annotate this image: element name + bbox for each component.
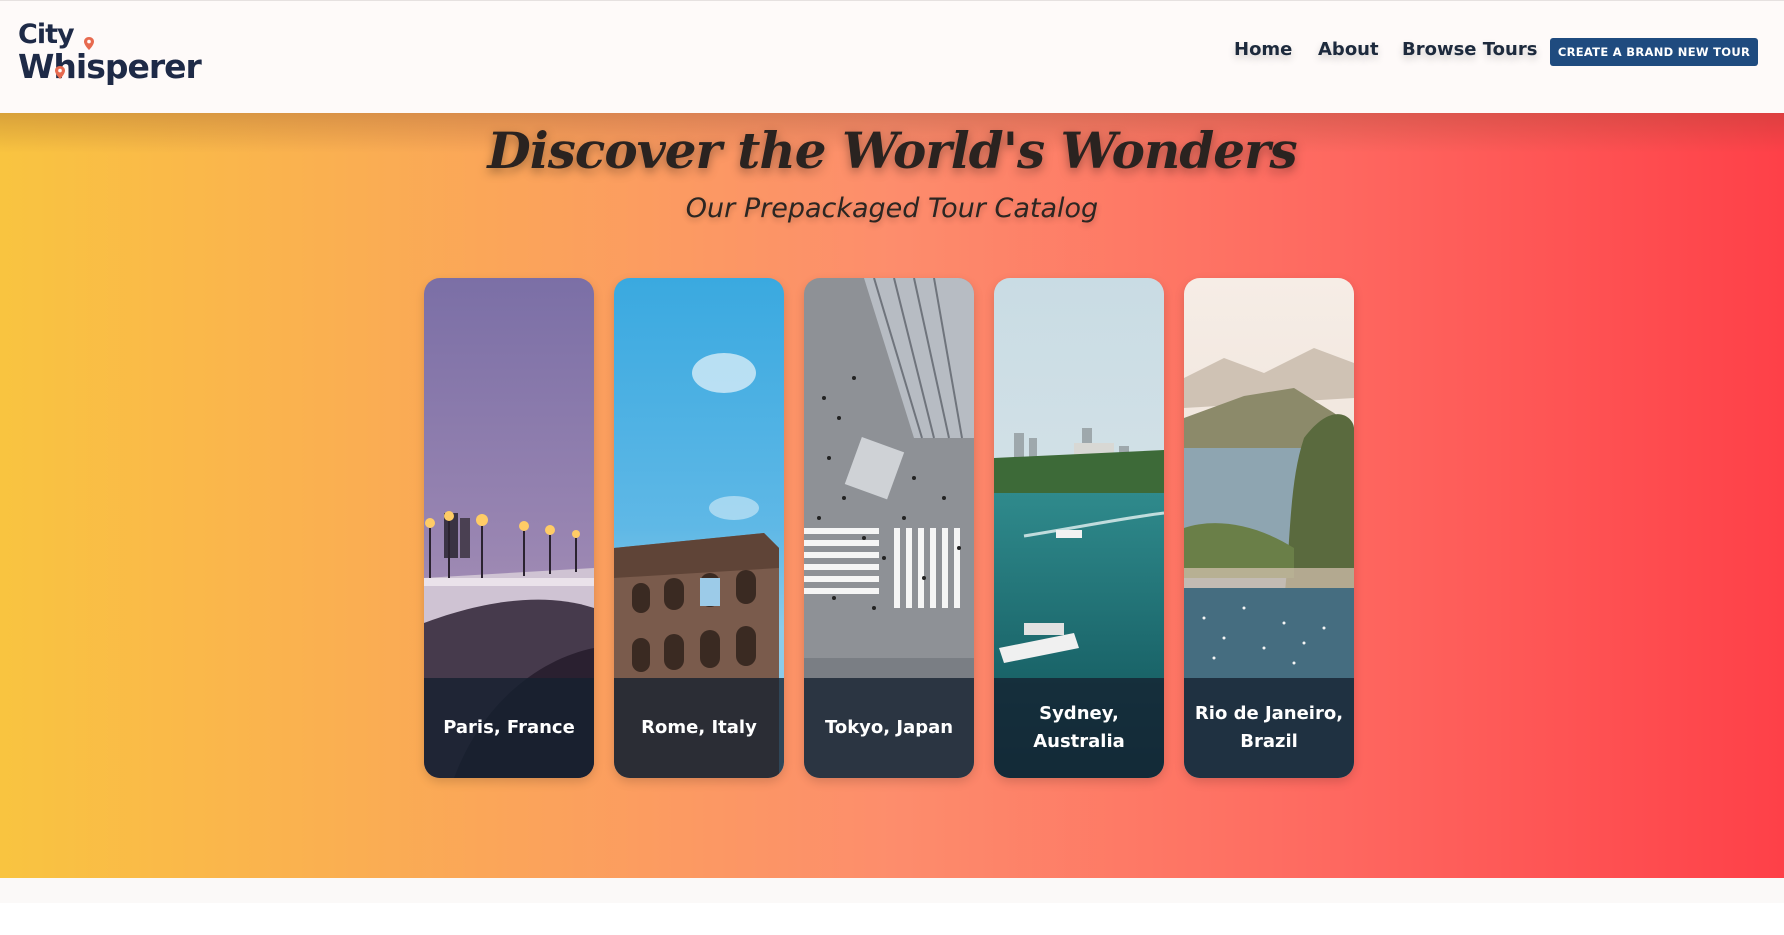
tour-card-title: Sydney, Australia: [994, 678, 1164, 778]
site-header: City Whisperer Home About Browse Tours C…: [0, 0, 1784, 113]
nav-browse-tours-link[interactable]: Browse Tours: [1402, 38, 1537, 62]
tour-card-rome[interactable]: Rome, Italy: [614, 278, 784, 778]
tour-card-title: Paris, France: [424, 678, 594, 778]
tour-card-tokyo[interactable]: Tokyo, Japan: [804, 278, 974, 778]
nav-home-link[interactable]: Home: [1234, 38, 1292, 62]
tour-card-title: Rome, Italy: [614, 678, 784, 778]
tour-card-rio[interactable]: Rio de Janeiro, Brazil: [1184, 278, 1354, 778]
logo-text-line1: City: [18, 19, 75, 50]
map-pin-icon: [84, 37, 94, 50]
logo-text-line2: Whisperer: [18, 47, 202, 86]
city-whisperer-logo[interactable]: City Whisperer: [16, 17, 202, 89]
tour-card-title: Rio de Janeiro, Brazil: [1184, 678, 1354, 778]
tour-card-sydney[interactable]: Sydney, Australia: [994, 278, 1164, 778]
create-new-tour-button[interactable]: CREATE A BRAND NEW TOUR: [1550, 38, 1758, 66]
map-pin-icon: [55, 66, 65, 79]
page-footer-strip: [0, 878, 1784, 903]
nav-about-link[interactable]: About: [1318, 38, 1379, 62]
hero-subtitle: Our Prepackaged Tour Catalog: [685, 193, 1099, 224]
hero-title: Discover the World's Wonders: [487, 121, 1297, 180]
tour-card-paris[interactable]: Paris, France: [424, 278, 594, 778]
tour-card-title: Tokyo, Japan: [804, 678, 974, 778]
hero-section: Discover the World's Wonders Our Prepack…: [0, 113, 1784, 878]
tour-catalog: Paris, France Rome, Italy Tokyo, Japan S…: [424, 278, 1364, 780]
